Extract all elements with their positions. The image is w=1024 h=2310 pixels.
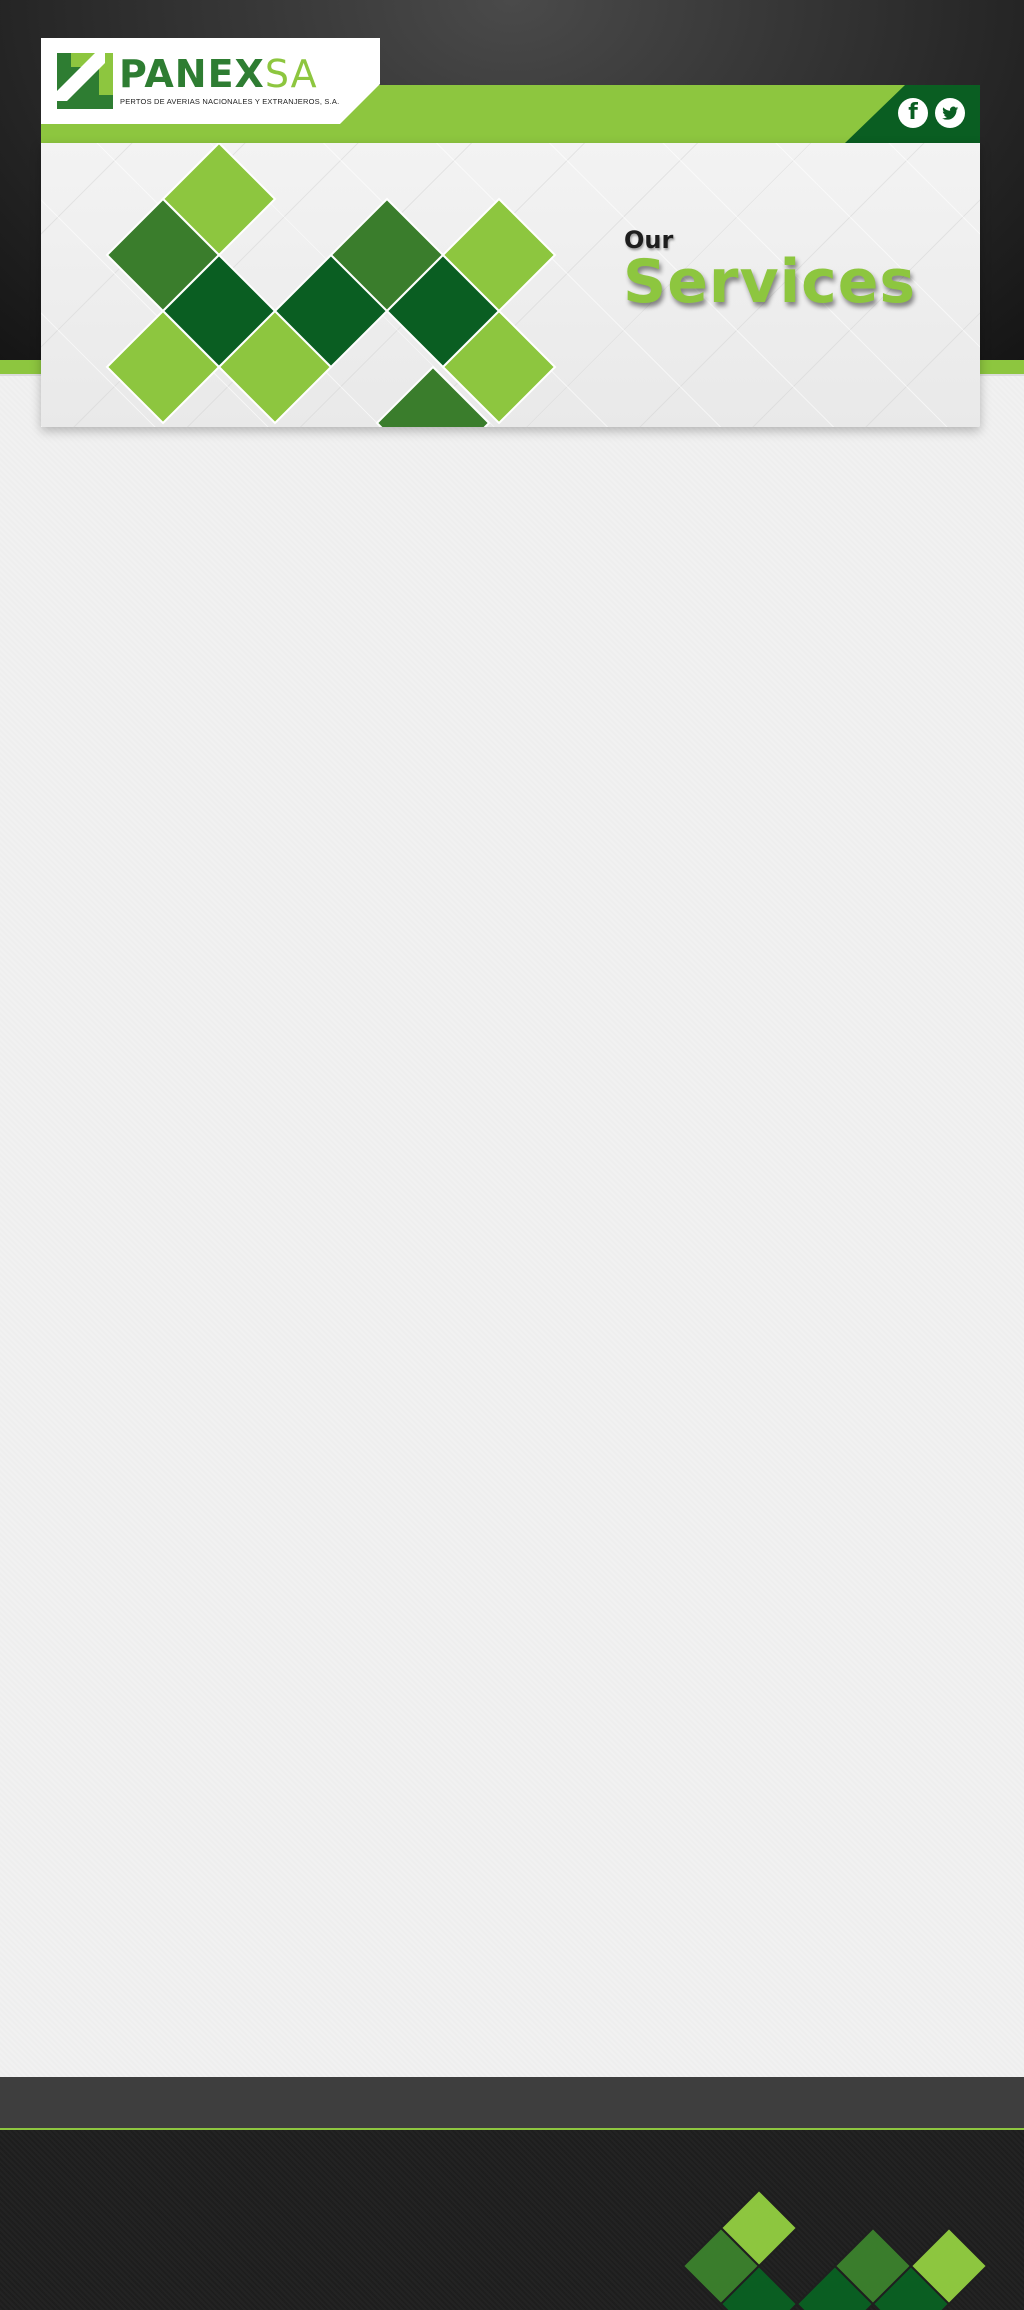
brand-tagline: PERTOS DE AVERIAS NACIONALES Y EXTRANJER… [120,97,340,106]
footer-diamond-tiles [681,2188,989,2310]
logo[interactable]: PANEXSA PERTOS DE AVERIAS NACIONALES Y E… [41,38,380,124]
panex-logo-mark [57,53,113,109]
footer-bar [0,2077,1024,2128]
facebook-icon[interactable]: f [898,98,928,128]
twitter-bird-glyph [942,106,959,120]
services-banner: Our Services [41,143,980,427]
site-header: f PANEXSA PERTOS DE AVERIAS NACIONALES Y… [41,38,980,428]
page-title: Services [623,247,917,317]
footer [0,2130,1024,2310]
brand-name-strong: PANEX [119,52,265,96]
twitter-icon[interactable] [935,98,965,128]
brand-name-light: SA [264,52,318,96]
brand-name: PANEXSA [119,52,318,96]
